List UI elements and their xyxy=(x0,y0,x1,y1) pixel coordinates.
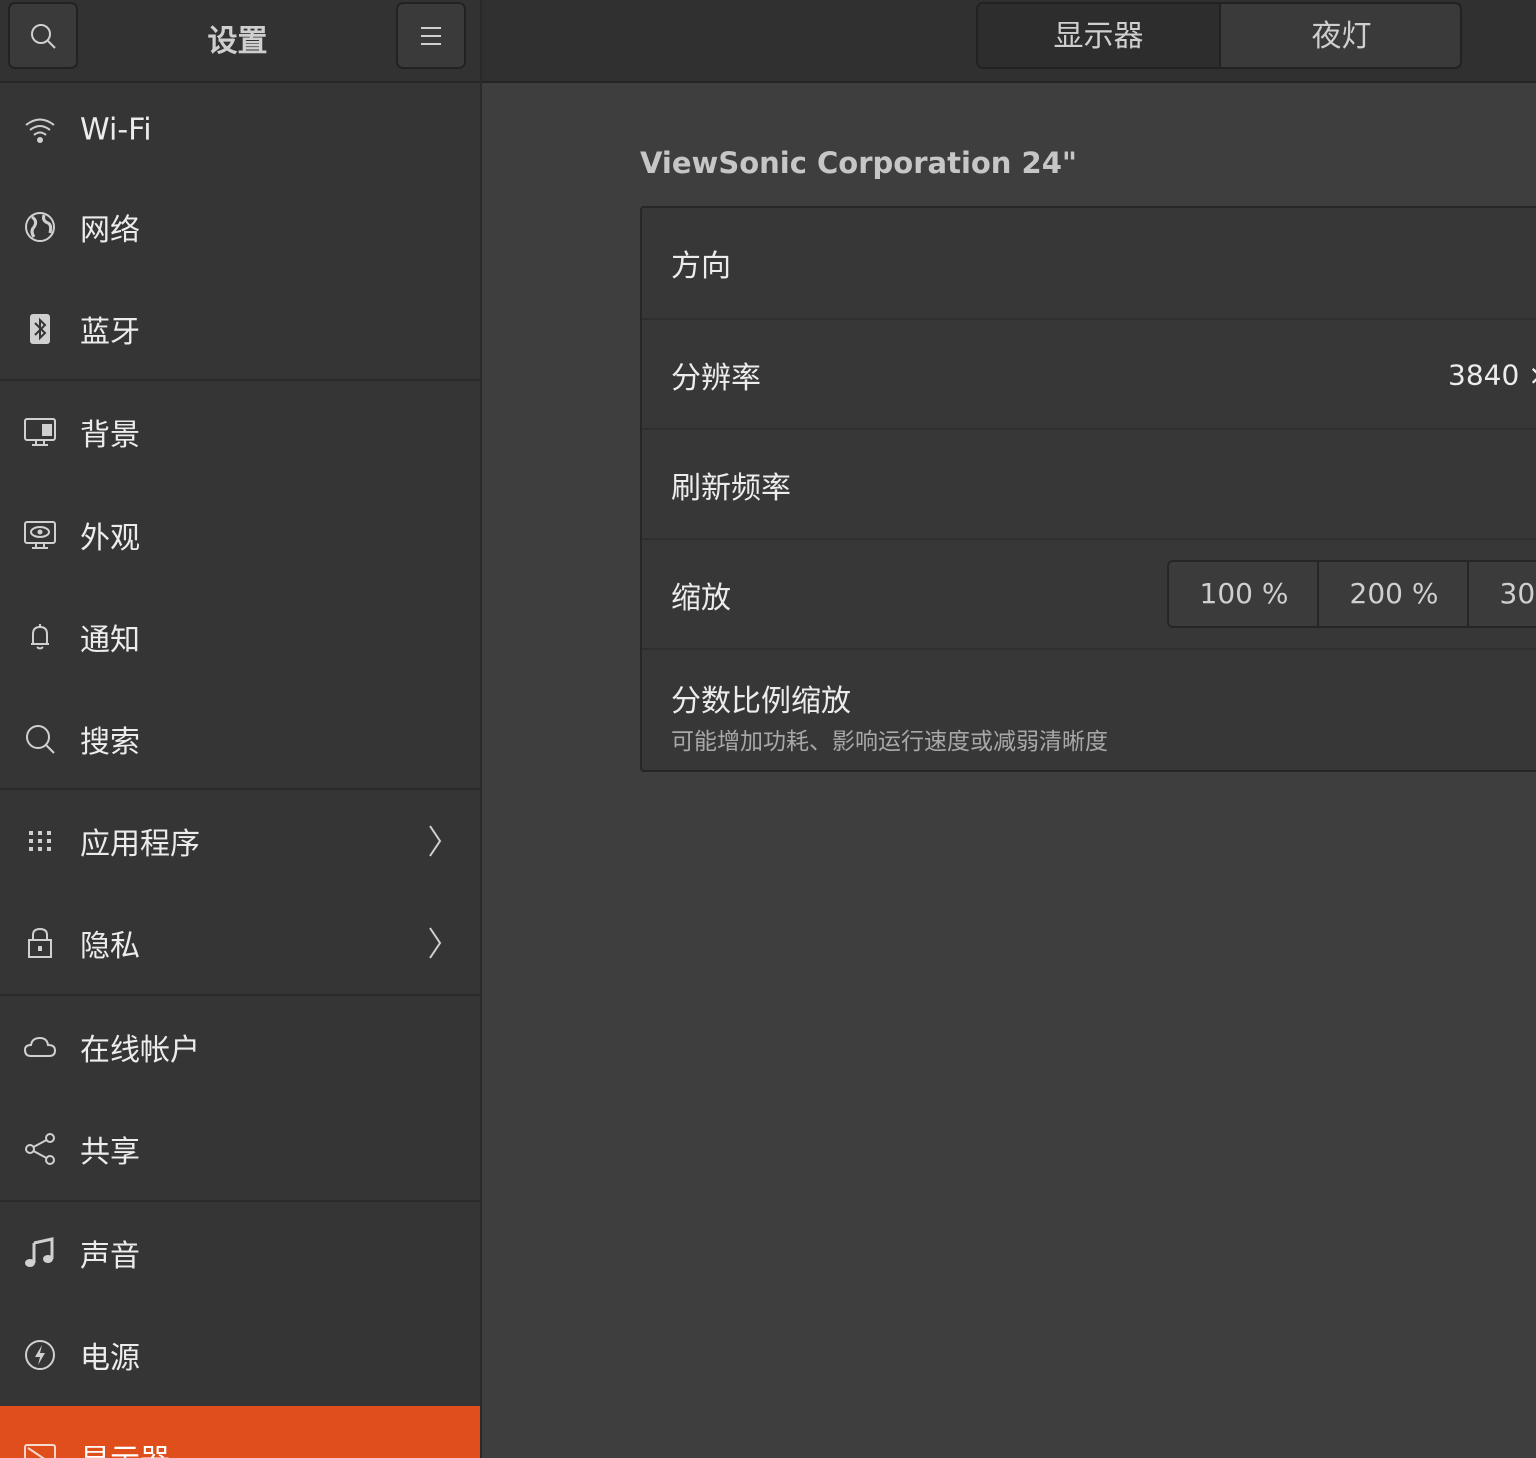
orientation-label: 方向 xyxy=(671,249,731,284)
sidebar-item-label: 搜索 xyxy=(80,725,140,760)
sidebar-item-label: 网络 xyxy=(80,213,140,248)
power-icon xyxy=(25,1340,55,1370)
sidebar-title: 设置 xyxy=(207,24,268,59)
display-view-switcher: 显示器 夜灯 xyxy=(976,2,1462,69)
sidebar-item-online-accounts[interactable]: 在线帐户 xyxy=(0,996,480,1098)
sidebar-item-label: 应用程序 xyxy=(80,827,200,862)
monitor-name: ViewSonic Corporation 24" xyxy=(640,146,1078,180)
sidebar-item-label: 声音 xyxy=(80,1239,140,1274)
scale-row: 缩放 100 % 200 % 300 % xyxy=(642,540,1536,650)
scale-selector: 100 % 200 % 300 % xyxy=(1167,560,1536,628)
chevron-right-icon xyxy=(429,927,442,959)
fractional-scaling-label: 分数比例缩放 xyxy=(671,684,851,719)
wifi-icon xyxy=(25,118,55,143)
sidebar-divider xyxy=(480,0,482,1458)
sidebar: 设置 Wi-Fi 网络 蓝牙 背景 外观 通知 搜索 应用程序 隐私 在线帐户 … xyxy=(0,0,480,1458)
scale-option-200[interactable]: 200 % xyxy=(1319,562,1469,626)
search-icon xyxy=(26,725,55,754)
sidebar-item-label: Wi-Fi xyxy=(80,112,152,148)
bluetooth-icon xyxy=(30,314,50,344)
cloud-icon xyxy=(23,1036,57,1057)
menu-button[interactable] xyxy=(396,2,466,69)
sidebar-item-label: 通知 xyxy=(80,623,140,658)
resolution-label: 分辨率 xyxy=(671,361,761,396)
globe-icon xyxy=(25,212,55,242)
refresh-rate-label: 刷新频率 xyxy=(671,471,791,506)
search-button[interactable] xyxy=(8,2,78,69)
sidebar-item-label: 外观 xyxy=(80,521,140,556)
orientation-row[interactable]: 方向 xyxy=(642,208,1536,318)
sidebar-item-wifi[interactable]: Wi-Fi xyxy=(0,79,480,181)
display-settings-panel: 方向 分辨率 3840 × 刷新频率 缩放 100 % 200 % 300 % … xyxy=(640,206,1536,772)
chevron-right-icon xyxy=(429,825,442,857)
monitor-icon xyxy=(24,418,56,446)
tab-night-light[interactable]: 夜灯 xyxy=(1221,4,1460,67)
music-note-icon xyxy=(25,1237,54,1267)
scale-label: 缩放 xyxy=(671,581,731,616)
sidebar-item-applications[interactable]: 应用程序 xyxy=(0,790,480,892)
appearance-icon xyxy=(24,521,56,549)
hamburger-menu-icon xyxy=(421,26,441,45)
lock-icon xyxy=(28,927,52,958)
sidebar-item-appearance[interactable]: 外观 xyxy=(0,484,480,586)
scale-option-300[interactable]: 300 % xyxy=(1469,562,1536,626)
sidebar-item-label: 显示器 xyxy=(80,1435,170,1458)
tab-displays[interactable]: 显示器 xyxy=(978,4,1219,67)
sidebar-item-privacy[interactable]: 隐私 xyxy=(0,892,480,994)
sidebar-header: 设置 xyxy=(0,0,480,83)
bell-icon xyxy=(31,624,49,650)
fractional-scaling-row[interactable]: 分数比例缩放 可能增加功耗、影响运行速度或减弱清晰度 xyxy=(642,650,1536,770)
search-icon xyxy=(31,23,56,49)
sidebar-item-label: 电源 xyxy=(80,1341,140,1376)
sidebar-item-network[interactable]: 网络 xyxy=(0,176,480,278)
scale-option-100[interactable]: 100 % xyxy=(1169,562,1319,626)
sidebar-item-notifications[interactable]: 通知 xyxy=(0,586,480,688)
share-icon xyxy=(25,1133,55,1165)
sidebar-item-bluetooth[interactable]: 蓝牙 xyxy=(0,278,480,380)
sidebar-item-power[interactable]: 电源 xyxy=(0,1304,480,1406)
sidebar-item-displays[interactable]: 显示器 xyxy=(0,1406,480,1458)
sidebar-item-label: 共享 xyxy=(80,1135,140,1170)
sidebar-item-label: 在线帐户 xyxy=(80,1033,200,1068)
sidebar-item-label: 背景 xyxy=(80,418,140,453)
sidebar-item-background[interactable]: 背景 xyxy=(0,381,480,483)
apps-grid-icon xyxy=(29,831,51,851)
fractional-scaling-subtitle: 可能增加功耗、影响运行速度或减弱清晰度 xyxy=(671,729,1108,755)
sidebar-item-search[interactable]: 搜索 xyxy=(0,688,480,790)
resolution-value: 3840 × xyxy=(1448,358,1536,392)
sidebar-item-label: 隐私 xyxy=(80,929,140,964)
display-icon xyxy=(24,1444,56,1458)
sidebar-item-label: 蓝牙 xyxy=(80,315,140,350)
resolution-row[interactable]: 分辨率 3840 × xyxy=(642,320,1536,430)
refresh-rate-row[interactable]: 刷新频率 xyxy=(642,430,1536,540)
sidebar-item-sound[interactable]: 声音 xyxy=(0,1202,480,1304)
sidebar-item-sharing[interactable]: 共享 xyxy=(0,1098,480,1200)
